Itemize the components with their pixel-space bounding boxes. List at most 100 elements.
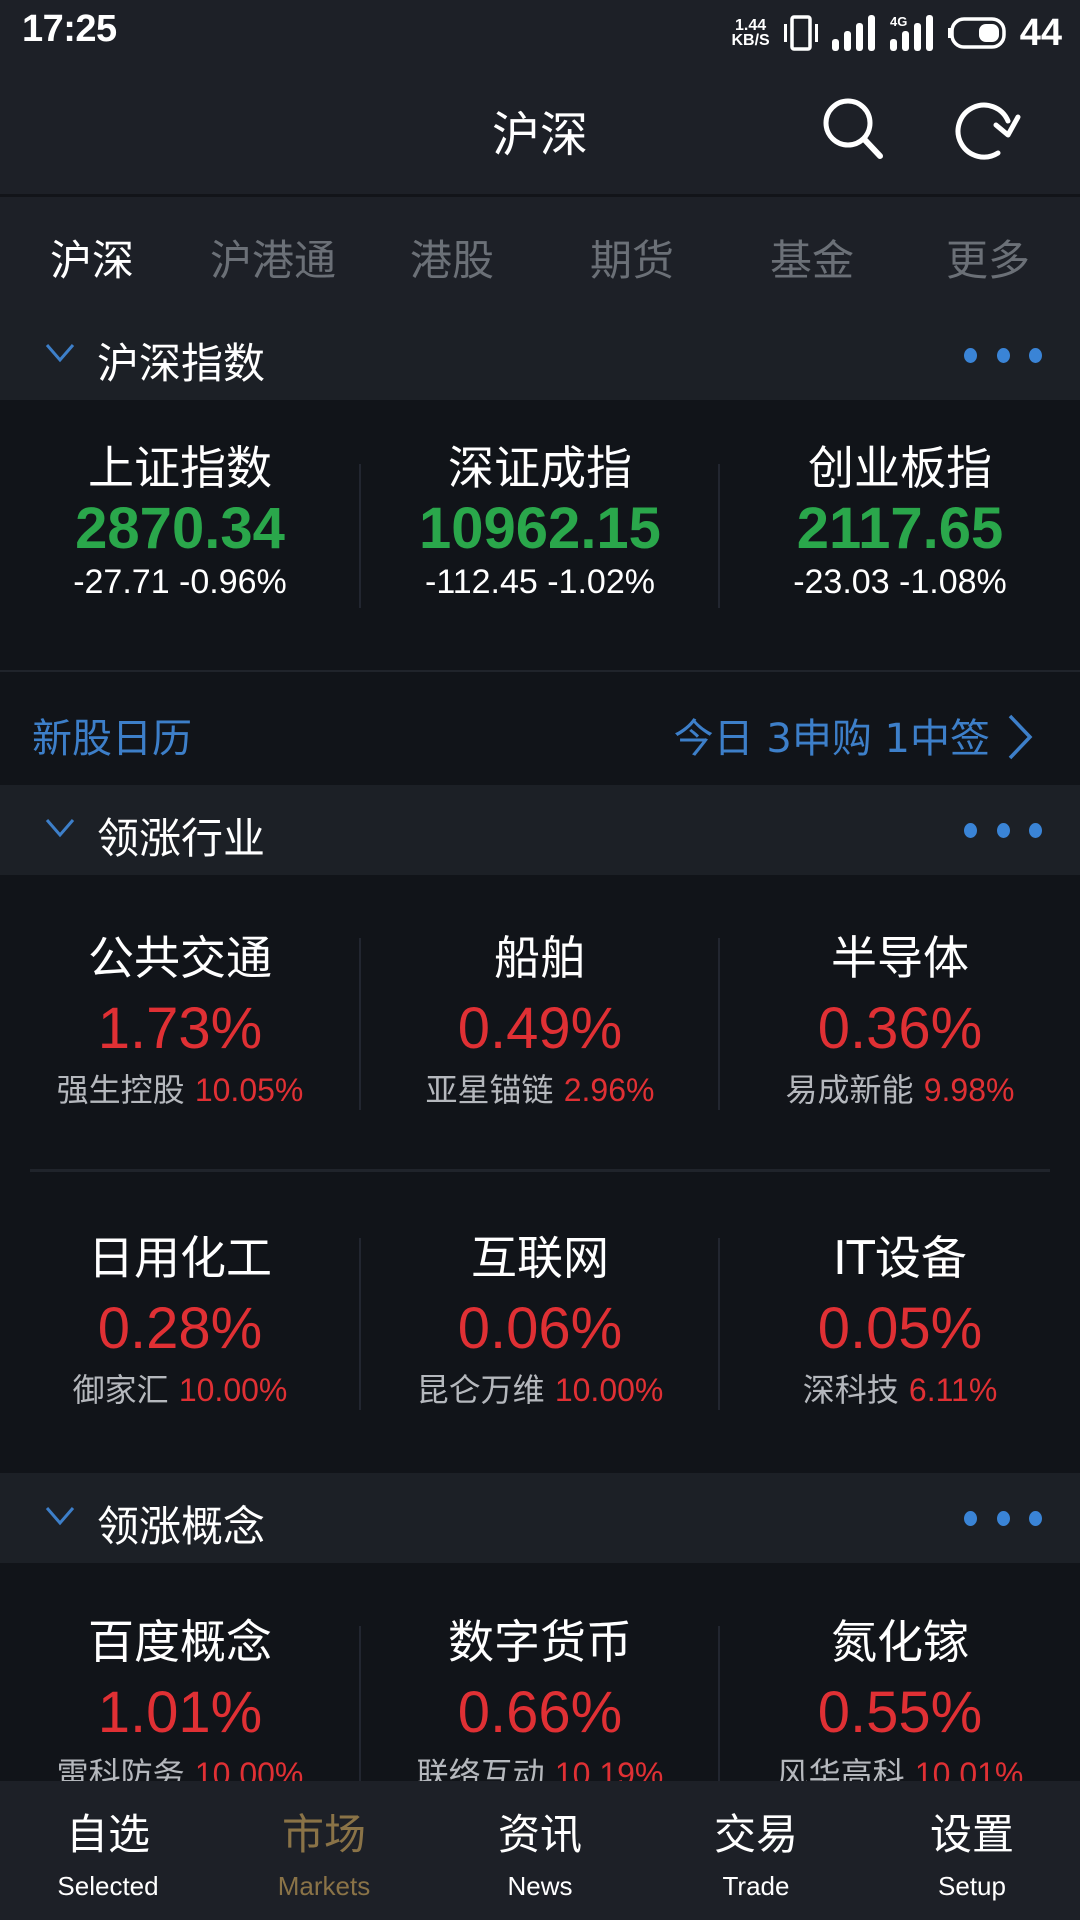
more-dot-icon <box>964 822 977 838</box>
leading-stock-change: 10.00% <box>554 1372 664 1408</box>
leading-stock-change: 10.05% <box>194 1072 304 1108</box>
tab-hugangtong[interactable]: 沪港通 <box>210 227 336 288</box>
concept-name: 百度概念 <box>88 1615 272 1669</box>
tab-hushen[interactable]: 沪深 <box>50 227 134 288</box>
industry-row: 公共交通 1.73% 强生控股 10.05% 船舶 0.49% 亚星锚链 2.9… <box>0 930 1080 1110</box>
leading-stock-change: 6.11% <box>908 1372 998 1408</box>
column-divider <box>359 938 361 1110</box>
industry-card[interactable]: 互联网 0.06% 昆仑万维 10.00% <box>360 1230 720 1410</box>
ipo-calendar-label: 新股日历 <box>32 716 192 762</box>
index-card[interactable]: 创业板指 2117.65 -23.03 -1.08% <box>720 400 1080 602</box>
chevron-down-icon <box>45 1507 75 1526</box>
battery-icon <box>947 17 1006 49</box>
industry-change: 0.28% <box>97 1296 263 1361</box>
ipo-calendar-row[interactable]: 新股日历 今日 3申购 1中签 <box>0 672 1080 785</box>
row-divider <box>30 1169 1050 1172</box>
refresh-button[interactable] <box>950 93 1022 165</box>
index-card[interactable]: 深证成指 10962.15 -112.45 -1.02% <box>360 400 720 602</box>
column-divider <box>718 464 720 608</box>
chevron-down-icon <box>45 344 75 363</box>
nav-label-cn: 设置 <box>929 1810 1014 1859</box>
more-button[interactable] <box>964 1507 1042 1529</box>
section-title: 领涨概念 <box>97 1502 266 1551</box>
search-button[interactable] <box>818 93 890 165</box>
network-speed: 1.44 KB/S <box>731 18 770 49</box>
leading-stock-change: 2.96% <box>563 1072 655 1108</box>
more-dot-icon <box>996 822 1010 838</box>
refresh-icon <box>955 102 1021 160</box>
nav-label-en: News <box>507 1871 573 1901</box>
chevron-down-icon <box>45 819 75 838</box>
tab-qihuo[interactable]: 期货 <box>590 227 674 288</box>
index-value: 10962.15 <box>419 496 661 561</box>
industry-card[interactable]: 半导体 0.36% 易成新能 9.98% <box>720 930 1080 1110</box>
vibrate-icon <box>783 15 818 51</box>
index-name: 创业板指 <box>808 441 992 495</box>
more-button[interactable] <box>964 819 1042 841</box>
column-divider <box>718 938 720 1110</box>
network-type-label: 4G <box>890 15 907 29</box>
index-change: -27.71 -0.96% <box>73 563 287 601</box>
ipo-summary: 今日 3申购 1中签 <box>673 716 990 762</box>
industry-card[interactable]: IT设备 0.05% 深科技 6.11% <box>720 1230 1080 1410</box>
signal-4g-icon: 4G <box>889 15 933 51</box>
industry-change: 0.06% <box>457 1296 623 1361</box>
nav-news[interactable]: 资讯 News <box>432 1781 648 1920</box>
industry-card[interactable]: 船舶 0.49% 亚星锚链 2.96% <box>360 930 720 1110</box>
index-change: -23.03 -1.08% <box>793 563 1007 601</box>
nav-label-en: Trade <box>722 1871 790 1901</box>
concept-row: 百度概念 1.01% 雷科防务 10.00% 数字货币 0.66% 联络互动 1… <box>0 1614 1080 1794</box>
industry-card[interactable]: 公共交通 1.73% 强生控股 10.05% <box>0 930 360 1110</box>
concept-card[interactable]: 氮化镓 0.55% 风华高科 10.01% <box>720 1614 1080 1794</box>
more-dot-icon <box>1029 347 1042 363</box>
nav-label-en: Markets <box>277 1871 371 1901</box>
column-divider <box>359 464 361 608</box>
industry-card[interactable]: 日用化工 0.28% 御家汇 10.00% <box>0 1230 360 1410</box>
index-value: 2117.65 <box>796 496 1004 561</box>
search-icon <box>823 98 883 159</box>
status-bar: 17:25 1.44 KB/S 4G 44 <box>0 0 1080 65</box>
nav-label-cn: 资讯 <box>497 1810 582 1859</box>
nav-trade[interactable]: 交易 Trade <box>648 1781 864 1920</box>
section-title: 沪深指数 <box>97 339 266 388</box>
concept-change: 1.01% <box>97 1680 263 1745</box>
nav-selected[interactable]: 自选 Selected <box>0 1781 216 1920</box>
section-title: 领涨行业 <box>97 814 266 863</box>
more-dot-icon <box>996 1510 1010 1526</box>
column-divider <box>718 1238 720 1410</box>
network-speed-unit: KB/S <box>731 32 770 49</box>
index-cards: 上证指数 2870.34 -27.71 -0.96% 深证成指 10962.15… <box>0 400 1080 670</box>
leading-stock-name: 易成新能 <box>785 1071 914 1109</box>
leading-stock: 强生控股 10.05% <box>0 1070 360 1110</box>
concepts-section-header[interactable]: 领涨概念 <box>0 1473 1080 1563</box>
more-dot-icon <box>964 347 977 363</box>
concept-name: 数字货币 <box>448 1615 632 1669</box>
index-name: 深证成指 <box>448 441 632 495</box>
nav-markets[interactable]: 市场 Markets <box>216 1781 432 1920</box>
tab-ganggu[interactable]: 港股 <box>410 227 494 288</box>
concept-card[interactable]: 数字货币 0.66% 联络互动 10.19% <box>360 1614 720 1794</box>
more-dot-icon <box>1029 822 1042 838</box>
market-tabs: 沪深 沪港通 港股 期货 基金 更多 <box>0 197 1080 310</box>
industry-name: 互联网 <box>471 1231 609 1285</box>
more-dot-icon <box>996 347 1010 363</box>
leading-stock-name: 亚星锚链 <box>425 1071 554 1109</box>
industry-name: IT设备 <box>833 1231 967 1285</box>
more-dot-icon <box>964 1510 977 1526</box>
indices-section-header[interactable]: 沪深指数 <box>0 310 1080 400</box>
tab-more[interactable]: 更多 <box>946 227 1030 288</box>
leading-stock-name: 深科技 <box>802 1371 899 1409</box>
industry-name: 半导体 <box>831 931 969 985</box>
concept-change: 0.66% <box>457 1680 623 1745</box>
nav-setup[interactable]: 设置 Setup <box>864 1781 1080 1920</box>
concept-card[interactable]: 百度概念 1.01% 雷科防务 10.00% <box>0 1614 360 1794</box>
leading-stock: 深科技 6.11% <box>720 1370 1080 1410</box>
nav-label-cn: 交易 <box>713 1810 798 1859</box>
index-value: 2870.34 <box>75 496 285 561</box>
index-card[interactable]: 上证指数 2870.34 -27.71 -0.96% <box>0 400 360 602</box>
more-button[interactable] <box>964 344 1042 366</box>
industries-section-header[interactable]: 领涨行业 <box>0 785 1080 875</box>
status-indicators: 1.44 KB/S 4G 44 <box>731 10 1062 56</box>
tab-jijin[interactable]: 基金 <box>770 227 854 288</box>
industry-name: 船舶 <box>494 931 586 985</box>
